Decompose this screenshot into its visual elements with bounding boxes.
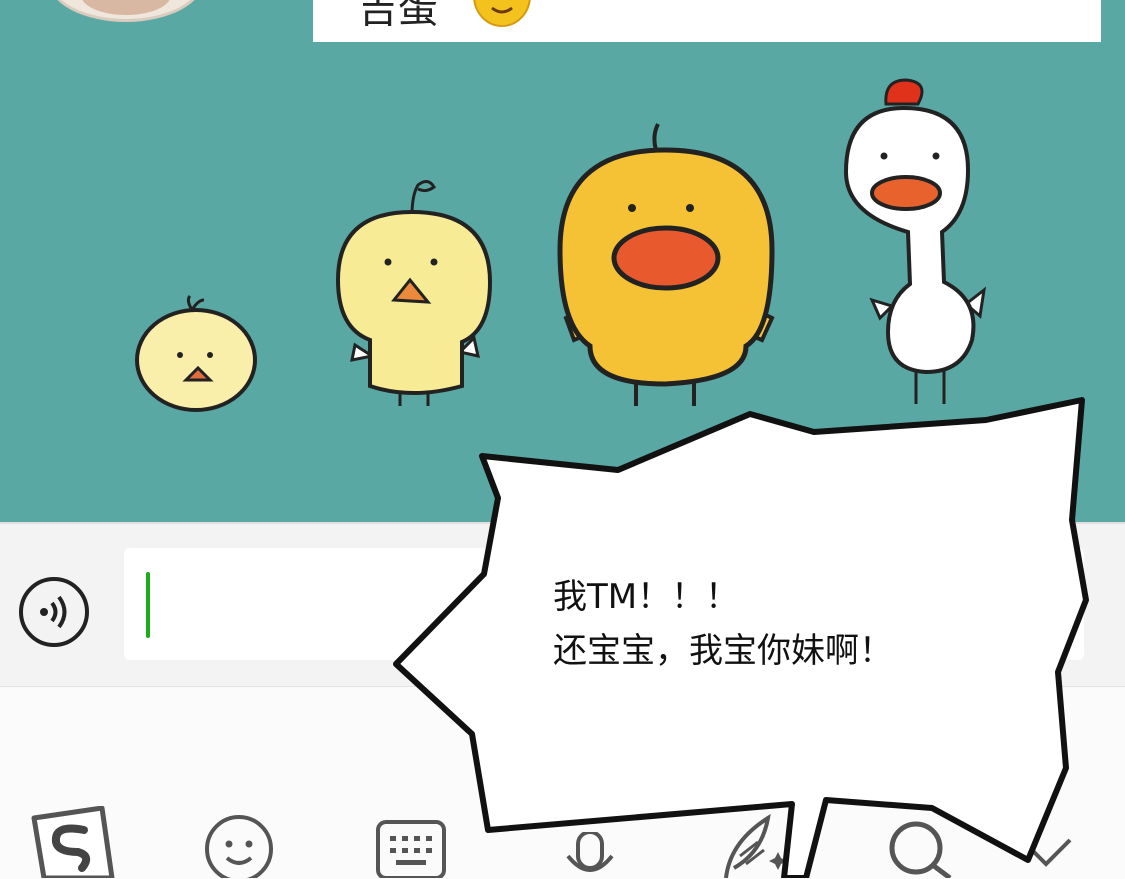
- voice-input-button[interactable]: [18, 576, 90, 648]
- smiley-icon[interactable]: [202, 812, 276, 878]
- keyboard-icon[interactable]: [374, 818, 448, 878]
- search-icon[interactable]: [884, 814, 956, 878]
- speech-line-2: 还宝宝，我宝你妹啊！: [553, 631, 893, 671]
- yellow-face-emoji-icon: [473, 0, 531, 27]
- speech-line-1: 我TM！！！: [553, 577, 740, 617]
- small-chick-icon: [135, 294, 257, 412]
- rooster-icon: [843, 78, 987, 404]
- medium-chick-icon: [335, 180, 493, 406]
- microphone-icon[interactable]: [560, 832, 620, 878]
- message-text: 吉蛋: [358, 0, 438, 32]
- large-chick-icon: [557, 123, 775, 406]
- sogou-logo-icon[interactable]: [26, 806, 118, 878]
- chevron-down-icon[interactable]: [1016, 830, 1076, 870]
- feather-icon[interactable]: [712, 812, 792, 878]
- text-cursor: [146, 572, 150, 638]
- chick-growth-sticker[interactable]: [0, 40, 1125, 522]
- speech-bubble-text: 我TM！！！ 还宝宝，我宝你妹啊！: [553, 570, 893, 678]
